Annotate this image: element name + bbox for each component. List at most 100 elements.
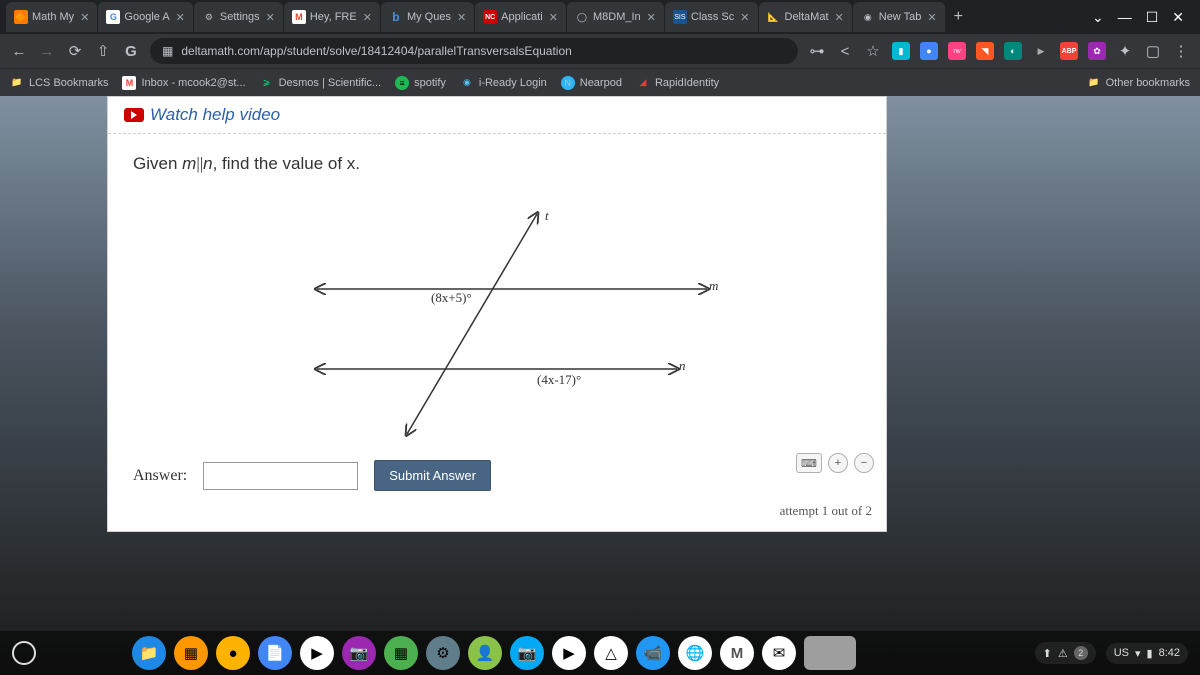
close-icon[interactable]: ✕: [740, 11, 749, 24]
close-icon[interactable]: ✕: [176, 11, 185, 24]
warning-icon: ⚠: [1058, 647, 1068, 660]
close-icon[interactable]: ✕: [363, 11, 372, 24]
address-bar: ← → ⟳ ⇧ G ▦ deltamath.com/app/student/so…: [0, 34, 1200, 68]
site-info-icon[interactable]: ▦: [162, 44, 173, 58]
line-m-label: m: [709, 278, 718, 294]
files-app-icon[interactable]: 📁: [132, 636, 166, 670]
problem-card: Watch help video Given m||n, find the va…: [107, 96, 887, 532]
attempt-counter: attempt 1 out of 2: [780, 503, 872, 519]
app-icon[interactable]: ▦: [174, 636, 208, 670]
notification-badge: 2: [1074, 646, 1088, 660]
reload-icon[interactable]: ⟳: [66, 42, 84, 60]
clock: 8:42: [1159, 647, 1180, 659]
bookmark-inbox[interactable]: MInbox - mcook2@st...: [122, 76, 245, 90]
extension-icon[interactable]: rw: [948, 42, 966, 60]
tab-deltamath[interactable]: 📐DeltaMat✕: [759, 2, 852, 32]
watch-help-video-link[interactable]: Watch help video: [124, 105, 870, 125]
bookmark-desmos[interactable]: ⩾Desmos | Scientific...: [260, 76, 382, 90]
bookmark-nearpod[interactable]: NNearpod: [561, 76, 622, 90]
zoom-out-button[interactable]: −: [854, 453, 874, 473]
url-text: deltamath.com/app/student/solve/18412404…: [181, 44, 571, 58]
extension-icon[interactable]: ◐: [1004, 42, 1022, 60]
tab-google[interactable]: GGoogle A✕: [98, 2, 192, 32]
play-icon[interactable]: ▶: [1032, 42, 1050, 60]
app-icon[interactable]: 📷: [342, 636, 376, 670]
upper-angle-label: (8x+5)°: [431, 290, 472, 306]
close-icon[interactable]: ✕: [266, 11, 275, 24]
tab-math[interactable]: 🔶Math My✕: [6, 2, 97, 32]
zoom-in-button[interactable]: +: [828, 453, 848, 473]
keyboard-layout: US: [1114, 647, 1129, 659]
up-icon: ⬆: [1043, 647, 1052, 660]
extension-icon[interactable]: ●: [920, 42, 938, 60]
close-icon[interactable]: ✕: [927, 11, 936, 24]
problem-prompt: Given m||n, find the value of x.: [133, 154, 861, 174]
m-app-icon[interactable]: M: [720, 636, 754, 670]
close-window-icon[interactable]: ✕: [1172, 9, 1184, 26]
tab-m8dm[interactable]: ◯M8DM_In✕: [567, 2, 664, 32]
extension-icon[interactable]: ✿: [1088, 42, 1106, 60]
app-icon[interactable]: [804, 636, 856, 670]
answer-input[interactable]: [203, 462, 358, 490]
wifi-icon: ▾: [1135, 647, 1141, 660]
tab-newtab[interactable]: ◉New Tab✕: [853, 2, 945, 32]
submit-answer-button[interactable]: Submit Answer: [374, 460, 491, 491]
close-icon[interactable]: ✕: [80, 11, 89, 24]
line-t-label: t: [545, 208, 549, 224]
tab-strip: 🔶Math My✕ GGoogle A✕ ⚙Settings✕ MHey, FR…: [0, 0, 1200, 34]
answer-label: Answer:: [133, 467, 187, 485]
extensions-icon[interactable]: ✦: [1116, 42, 1134, 60]
extension-icon[interactable]: ▮: [892, 42, 910, 60]
star-icon[interactable]: ☆: [864, 42, 882, 60]
keyboard-button[interactable]: ⌨: [796, 453, 822, 473]
minimize-icon[interactable]: —: [1118, 9, 1132, 26]
home-icon[interactable]: ⇧: [94, 42, 112, 60]
back-icon[interactable]: ←: [10, 43, 28, 60]
youtube-app-icon[interactable]: ▶: [300, 636, 334, 670]
new-tab-button[interactable]: +: [946, 8, 971, 26]
other-bookmarks[interactable]: 📁Other bookmarks: [1087, 76, 1190, 90]
chrome-icon[interactable]: 🌐: [678, 636, 712, 670]
play-app-icon[interactable]: ▶: [552, 636, 586, 670]
bookmark-rapididentity[interactable]: ◢RapidIdentity: [636, 76, 719, 90]
close-icon[interactable]: ✕: [457, 11, 466, 24]
docs-icon[interactable]: 📄: [258, 636, 292, 670]
tab-class[interactable]: SISClass Sc✕: [665, 2, 758, 32]
tab-myques[interactable]: bMy Ques✕: [381, 2, 474, 32]
maximize-icon[interactable]: ☐: [1146, 9, 1159, 26]
bookmark-spotify[interactable]: ≡spotify: [395, 76, 446, 90]
drive-icon[interactable]: △: [594, 636, 628, 670]
key-icon[interactable]: ⊶: [808, 42, 826, 60]
url-input[interactable]: ▦ deltamath.com/app/student/solve/184124…: [150, 38, 798, 64]
extension-icon[interactable]: ◥: [976, 42, 994, 60]
tab-gmail-hey[interactable]: MHey, FRE✕: [284, 2, 380, 32]
account-icon[interactable]: ▢: [1144, 42, 1162, 60]
share-icon[interactable]: <: [836, 43, 854, 60]
close-icon[interactable]: ✕: [647, 11, 656, 24]
bookmark-lcs[interactable]: 📁LCS Bookmarks: [10, 76, 108, 90]
app-icon[interactable]: 👤: [468, 636, 502, 670]
tab-application[interactable]: NCApplicati✕: [475, 2, 566, 32]
sheets-icon[interactable]: ▦: [384, 636, 418, 670]
bookmark-iready[interactable]: ◉i-Ready Login: [460, 76, 547, 90]
close-icon[interactable]: ✕: [835, 11, 844, 24]
app-icon[interactable]: ●: [216, 636, 250, 670]
close-icon[interactable]: ✕: [549, 11, 558, 24]
menu-icon[interactable]: ⋮: [1172, 42, 1190, 60]
chrome-os-shelf: 📁 ▦ ● 📄 ▶ 📷 ▦ ⚙ 👤 📷 ▶ △ 📹 🌐 M ✉ ⬆ ⚠ 2 US…: [0, 631, 1200, 675]
abp-icon[interactable]: ABP: [1060, 42, 1078, 60]
battery-icon: ▮: [1147, 647, 1153, 660]
system-tray[interactable]: ⬆ ⚠ 2 US ▾ ▮ 8:42: [1035, 642, 1188, 664]
chevron-down-icon[interactable]: ⌄: [1092, 9, 1104, 26]
gmail-app-icon[interactable]: ✉: [762, 636, 796, 670]
problem-figure: m n t (8x+5)° (4x-17)°: [247, 194, 747, 444]
google-icon[interactable]: G: [122, 43, 140, 60]
camera-app-icon[interactable]: 📷: [510, 636, 544, 670]
youtube-icon: [124, 108, 144, 122]
forward-icon[interactable]: →: [38, 43, 56, 60]
lower-angle-label: (4x-17)°: [537, 372, 581, 388]
settings-app-icon[interactable]: ⚙: [426, 636, 460, 670]
app-icon[interactable]: 📹: [636, 636, 670, 670]
launcher-icon[interactable]: [12, 641, 36, 665]
tab-settings[interactable]: ⚙Settings✕: [194, 2, 283, 32]
